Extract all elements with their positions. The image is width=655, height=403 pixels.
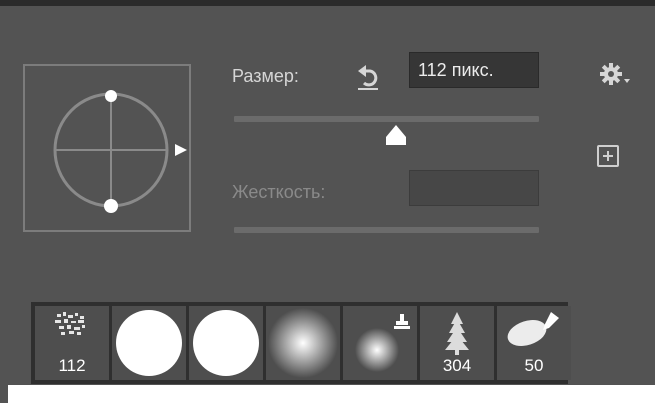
size-input[interactable] [409, 52, 539, 88]
hardness-label: Жесткость: [232, 182, 326, 202]
size-slider-track[interactable] [234, 116, 539, 122]
brush-presets: 112 304 50 [31, 302, 571, 384]
reset-icon[interactable] [352, 61, 384, 93]
soft-round-brush-icon [268, 308, 338, 378]
preset-tree[interactable]: 304 [420, 306, 494, 380]
preset-texture[interactable]: 112 [35, 306, 109, 380]
hard-round-brush-icon [116, 310, 182, 376]
roundness-handle-top [105, 90, 117, 102]
preset-hard-round-2[interactable] [189, 306, 263, 380]
hard-round-brush-icon [193, 310, 259, 376]
brush-settings-panel: Размер: Жесткость: [0, 0, 655, 403]
gear-icon[interactable] [597, 59, 633, 89]
soft-round-stamp-icon [355, 314, 410, 372]
preset-size-label: 50 [524, 356, 544, 375]
hardness-slider-track[interactable] [234, 227, 539, 233]
preset-soft-round[interactable] [266, 306, 340, 380]
triangle-right-icon [175, 144, 187, 156]
preset-leaf-pen[interactable]: 50 [497, 306, 571, 380]
preset-soft-round-stamp[interactable] [343, 306, 417, 380]
size-label: Размер: [232, 66, 299, 86]
brush-shape-preview[interactable] [23, 64, 191, 232]
roundness-handle-bottom [104, 199, 118, 213]
preset-size-label: 112 [58, 356, 86, 375]
preset-size-label: 304 [442, 356, 472, 375]
hardness-input[interactable] [409, 170, 539, 206]
panel-bottom-edge [8, 385, 655, 403]
add-preset-icon[interactable] [597, 145, 619, 167]
preset-hard-round-1[interactable] [112, 306, 186, 380]
size-slider-thumb[interactable] [384, 124, 408, 146]
brush-tip-widget[interactable] [25, 66, 193, 234]
